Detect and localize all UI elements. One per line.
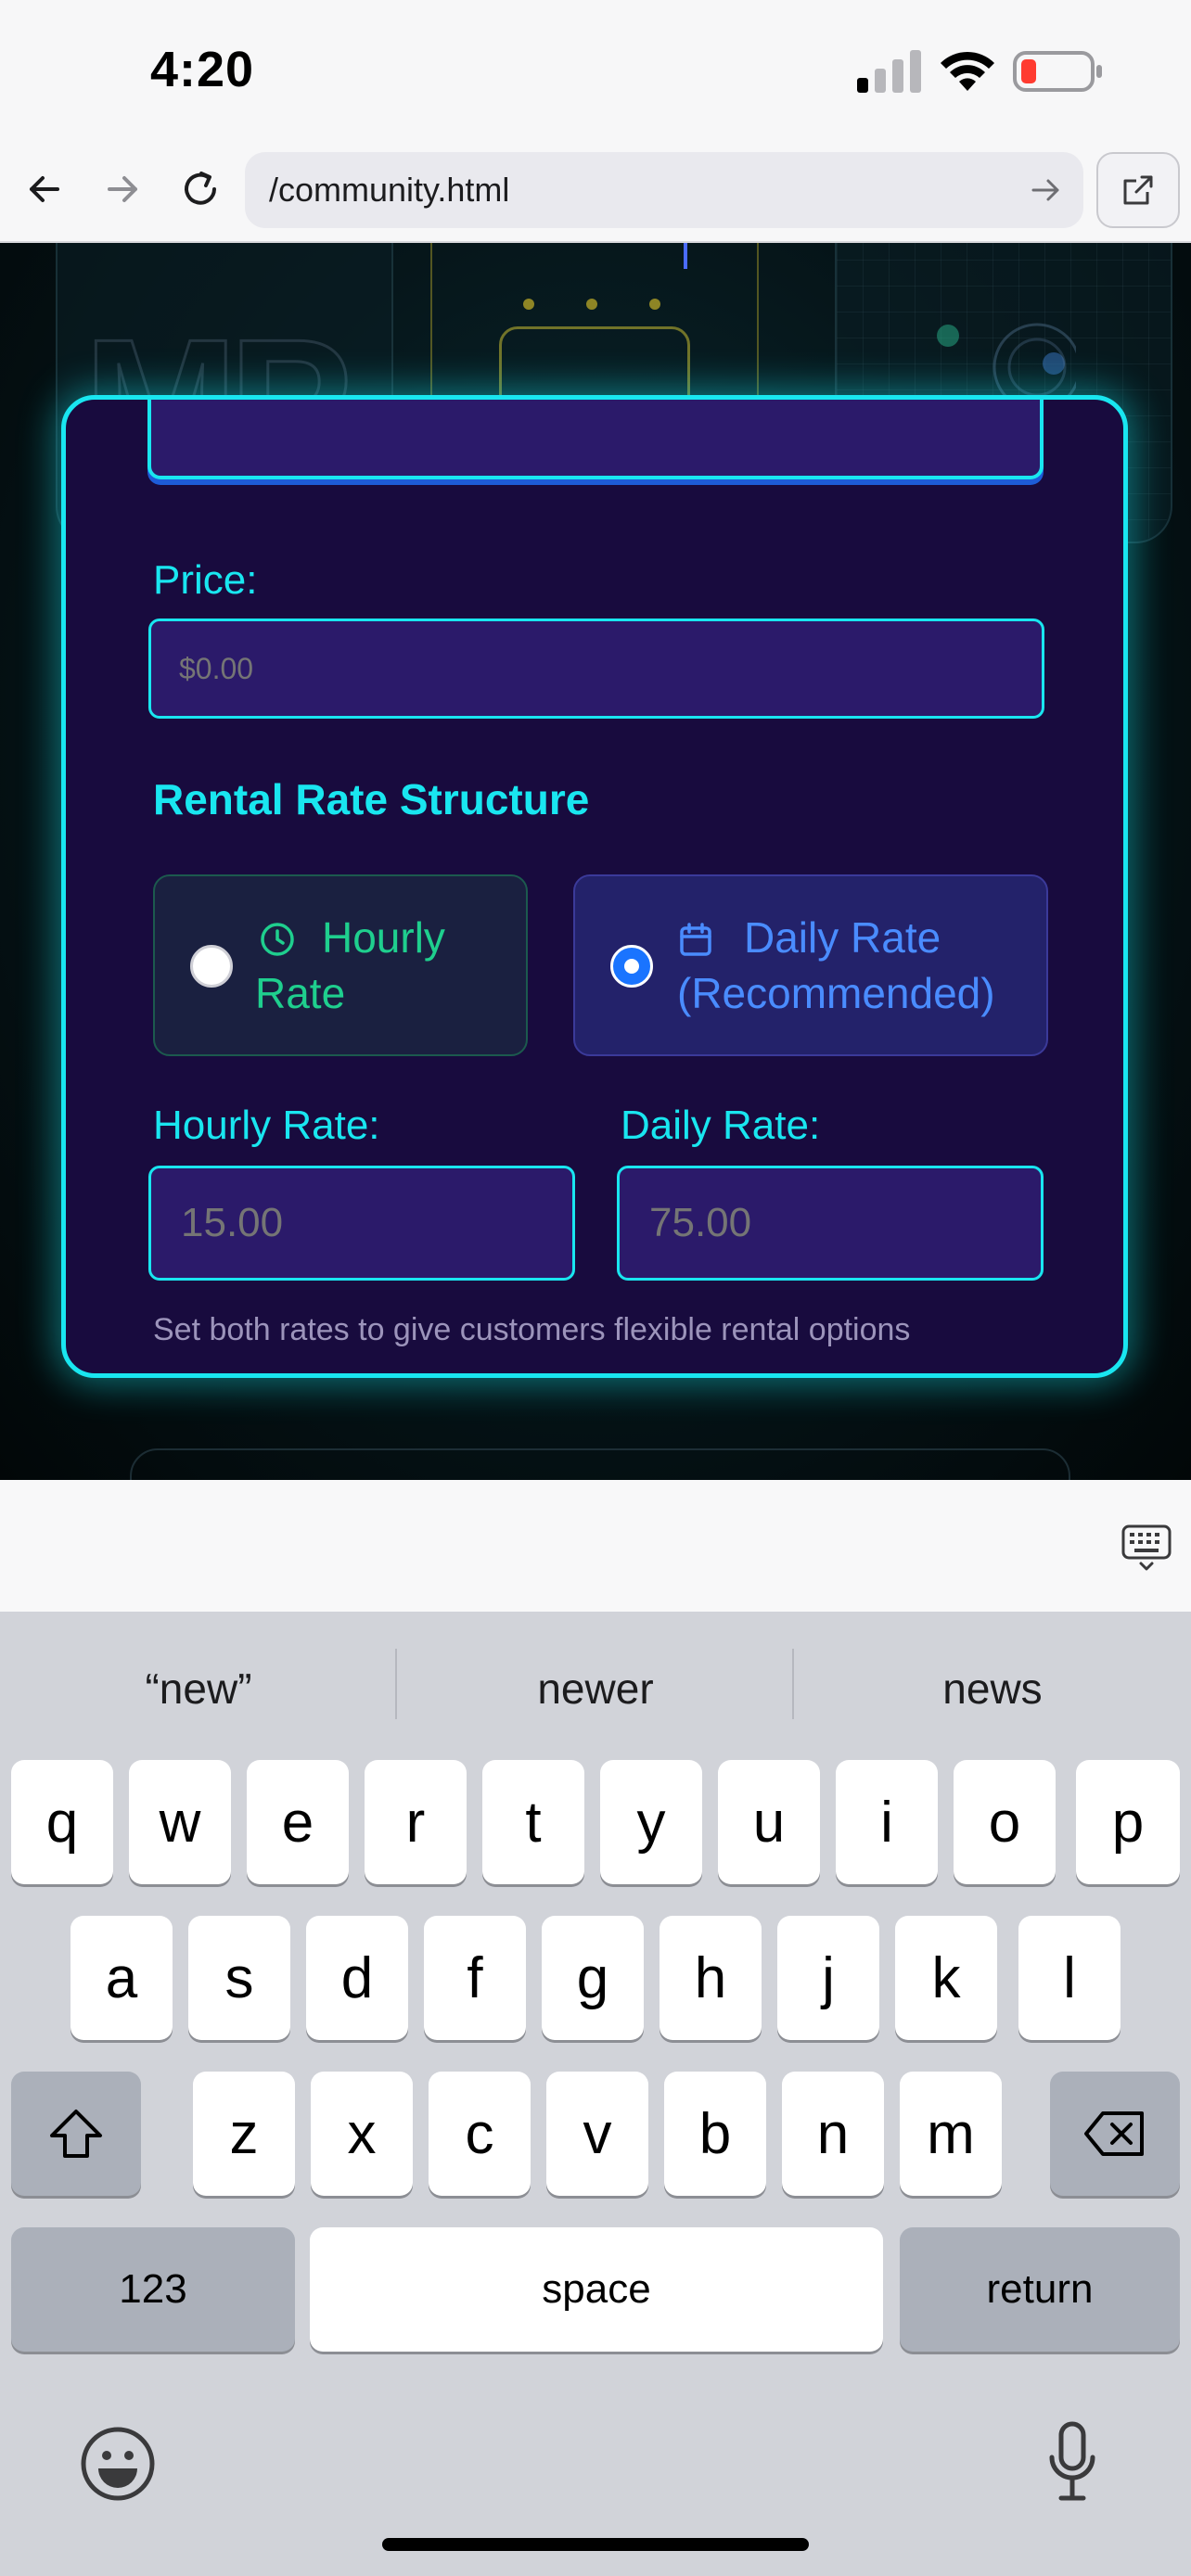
back-button[interactable] [15, 159, 74, 219]
space-key[interactable]: space [310, 2227, 883, 2352]
arrow-right-icon [108, 176, 137, 202]
rates-helper-text: Set both rates to give customers flexibl… [153, 1312, 911, 1347]
previous-field-input[interactable] [147, 400, 1044, 479]
daily-rate-option-label: Daily Rate (Recommended) [677, 913, 995, 1017]
external-link-icon [1123, 175, 1153, 205]
key-x[interactable]: x [311, 2072, 413, 2196]
shift-icon [50, 2110, 102, 2158]
reload-icon [185, 172, 216, 205]
battery-icon [1013, 51, 1102, 92]
key-m[interactable]: m [900, 2072, 1002, 2196]
status-time: 4:20 [150, 42, 255, 97]
key-b[interactable]: b [664, 2072, 766, 2196]
suggestion-1[interactable]: “new” [0, 1664, 397, 1714]
key-h[interactable]: h [660, 1916, 762, 2040]
suggestion-2[interactable]: newer [397, 1664, 794, 1714]
key-s[interactable]: s [188, 1916, 290, 2040]
key-v[interactable]: v [546, 2072, 648, 2196]
cellular-signal-icon [857, 50, 921, 93]
key-a[interactable]: a [70, 1916, 173, 2040]
key-o[interactable]: o [954, 1760, 1056, 1884]
emoji-icon[interactable] [80, 2426, 156, 2502]
hourly-rate-radio[interactable] [190, 945, 233, 988]
open-external-button[interactable] [1096, 152, 1180, 228]
rental-rate-section-title: Rental Rate Structure [153, 775, 590, 823]
key-g[interactable]: g [542, 1916, 644, 2040]
key-e[interactable]: e [247, 1760, 349, 1884]
microphone-icon[interactable] [1044, 2420, 1100, 2504]
backspace-key[interactable] [1050, 2072, 1180, 2196]
keyboard-dismiss-icon[interactable] [1121, 1521, 1172, 1573]
hourly-rate-input[interactable] [148, 1166, 575, 1281]
home-indicator[interactable] [382, 2538, 809, 2551]
key-f[interactable]: f [424, 1916, 526, 2040]
price-input[interactable] [148, 618, 1044, 719]
go-arrow-icon[interactable] [1028, 172, 1063, 208]
background-card [130, 1448, 1070, 1480]
price-label: Price: [153, 557, 258, 603]
suggestion-3[interactable]: news [794, 1664, 1191, 1714]
key-r[interactable]: r [365, 1760, 467, 1884]
key-c[interactable]: c [429, 2072, 531, 2196]
key-u[interactable]: u [718, 1760, 820, 1884]
key-k[interactable]: k [895, 1916, 997, 2040]
key-z[interactable]: z [193, 2072, 295, 2196]
return-key[interactable]: return [900, 2227, 1180, 2352]
browser-toolbar: /community.html [0, 139, 1191, 243]
key-d[interactable]: d [306, 1916, 408, 2040]
background-accent-line [684, 243, 687, 269]
key-w[interactable]: w [129, 1760, 231, 1884]
key-y[interactable]: y [600, 1760, 702, 1884]
on-screen-keyboard: “new” newer news q w e r t y u i o p a s… [0, 1612, 1191, 2576]
daily-rate-label: Daily Rate: [621, 1103, 821, 1148]
background-dot [586, 299, 597, 310]
numbers-key[interactable]: 123 [11, 2227, 295, 2352]
reload-button[interactable] [171, 159, 230, 219]
key-p[interactable]: p [1076, 1760, 1180, 1884]
hourly-rate-option[interactable]: Hourly Rate [153, 874, 528, 1056]
web-content: MP Price: Rental Rate Structure HourlyRa… [0, 243, 1191, 1480]
wifi-icon [941, 51, 994, 91]
key-i[interactable]: i [836, 1760, 938, 1884]
key-l[interactable]: l [1018, 1916, 1121, 2040]
keyboard-accessory-bar [0, 1480, 1191, 1612]
hourly-rate-label: Hourly Rate: [153, 1103, 380, 1148]
background-dot [523, 299, 534, 310]
listing-form-modal: Price: Rental Rate Structure HourlyRate … [61, 395, 1128, 1378]
status-bar: 4:20 [0, 0, 1191, 139]
shift-key[interactable] [11, 2072, 141, 2196]
key-t[interactable]: t [482, 1760, 584, 1884]
address-bar[interactable]: /community.html [245, 152, 1083, 228]
key-j[interactable]: j [777, 1916, 879, 2040]
backspace-icon [1084, 2111, 1144, 2156]
url-text: /community.html [269, 171, 510, 209]
key-n[interactable]: n [782, 2072, 884, 2196]
background-dot [649, 299, 660, 310]
hourly-rate-option-label: Hourly Rate [255, 913, 445, 1017]
forward-button[interactable] [93, 159, 152, 219]
daily-rate-input[interactable] [617, 1166, 1044, 1281]
daily-rate-option[interactable]: Daily Rate (Recommended) [573, 874, 1048, 1056]
daily-rate-radio[interactable] [610, 945, 653, 988]
arrow-left-icon [30, 176, 59, 202]
key-q[interactable]: q [11, 1760, 113, 1884]
